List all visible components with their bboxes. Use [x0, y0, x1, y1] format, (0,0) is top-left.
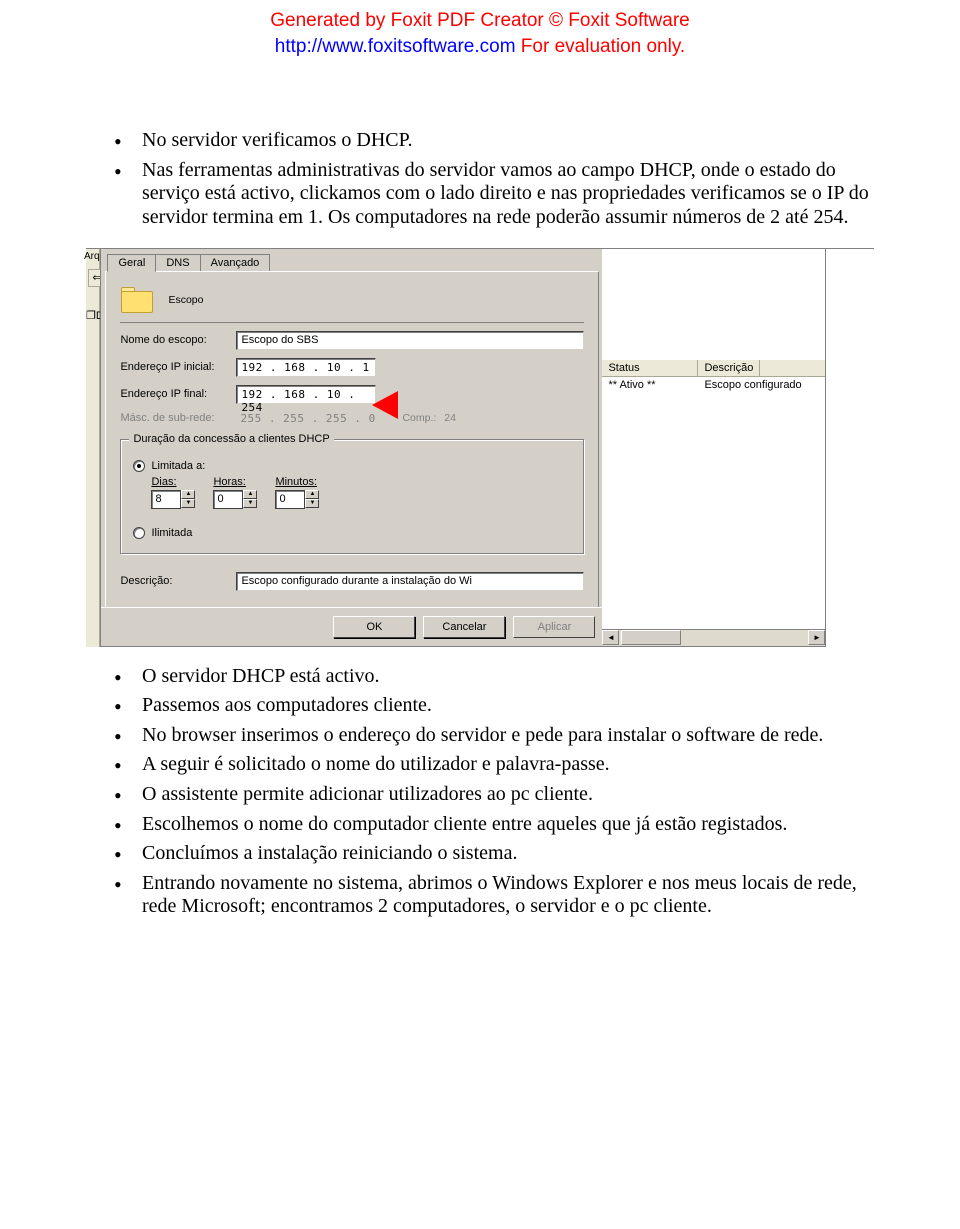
lease-duration-group: Duração da concessão a clientes DHCP Lim… — [120, 439, 584, 554]
ip-end-input[interactable]: 192 . 168 . 10 . 254 — [236, 385, 376, 404]
scroll-left-icon[interactable]: ◄ — [602, 630, 619, 645]
ip-end-label: Endereço IP final: — [120, 388, 236, 400]
folder-icon — [120, 286, 156, 314]
days-up[interactable]: ▲ — [181, 490, 195, 499]
col-desc[interactable]: Descrição — [698, 360, 760, 376]
ip-start-label: Endereço IP inicial: — [120, 361, 236, 373]
bullets-bottom: O servidor DHCP está activo. Passemos ao… — [86, 665, 874, 919]
watermark-link: http://www.foxitsoftware.com — [275, 36, 516, 57]
comp-value: 24 — [444, 412, 456, 424]
bullet-item: No servidor verificamos o DHCP. — [90, 129, 874, 153]
watermark: Generated by Foxit PDF Creator © Foxit S… — [0, 0, 960, 59]
comp-label: Comp.: — [402, 412, 436, 424]
radio-unlimited-label: Ilimitada — [151, 527, 192, 539]
bullet-item: Entrando novamente no sistema, abrimos o… — [90, 872, 874, 919]
cancel-button[interactable]: Cancelar — [423, 616, 505, 638]
bullet-item: O assistente permite adicionar utilizado… — [90, 783, 874, 807]
days-label: Dias: — [151, 476, 195, 488]
minutes-up[interactable]: ▲ — [305, 490, 319, 499]
days-down[interactable]: ▼ — [181, 499, 195, 508]
lease-group-legend: Duração da concessão a clientes DHCP — [129, 433, 333, 445]
mmc-fragment: Arqu ⇐ ❐D — [86, 248, 100, 647]
bullet-item: Escolhemos o nome do computador cliente … — [90, 813, 874, 837]
bullet-item: Concluímos a instalação reiniciando o si… — [90, 842, 874, 866]
col-status[interactable]: Status — [602, 360, 698, 376]
scope-name-label: Nome do escopo: — [120, 334, 236, 346]
tab-geral[interactable]: Geral — [107, 254, 156, 272]
hours-input[interactable]: 0 — [213, 490, 243, 509]
bullet-item: O servidor DHCP está activo. — [90, 665, 874, 689]
red-arrow-annotation — [372, 391, 398, 419]
hours-down[interactable]: ▼ — [243, 499, 257, 508]
bullet-item: A seguir é solicitado o nome do utilizad… — [90, 753, 874, 777]
minutes-label: Minutos: — [275, 476, 319, 488]
radio-unlimited[interactable] — [133, 527, 145, 539]
apply-button[interactable]: Aplicar — [513, 616, 595, 638]
radio-limited[interactable] — [133, 460, 145, 472]
ip-start-input[interactable]: 192 . 168 . 10 . 1 — [236, 358, 376, 377]
hours-up[interactable]: ▲ — [243, 490, 257, 499]
cell-status: ** Ativo ** — [602, 379, 698, 391]
bullet-item: No browser inserimos o endereço do servi… — [90, 724, 874, 748]
ok-button[interactable]: OK — [333, 616, 415, 638]
bullets-top: No servidor verificamos o DHCP. Nas ferr… — [86, 129, 874, 229]
watermark-line1: Generated by Foxit PDF Creator © Foxit S… — [0, 8, 960, 34]
watermark-eval: For evaluation only. — [516, 36, 686, 57]
tab-dns[interactable]: DNS — [155, 254, 200, 272]
scope-name-input[interactable]: Escopo do SBS — [236, 331, 584, 350]
folder-label: Escopo — [168, 294, 203, 306]
days-input[interactable]: 8 — [151, 490, 181, 509]
tab-avancado[interactable]: Avançado — [200, 254, 271, 272]
right-cap — [826, 248, 874, 647]
hours-label: Horas: — [213, 476, 257, 488]
dhcp-scope-properties-dialog: Geral DNS Avançado Escopo Nome do escopo… — [100, 248, 603, 647]
scroll-thumb[interactable] — [621, 630, 681, 645]
radio-limited-label: Limitada a: — [151, 460, 205, 472]
h-scrollbar[interactable]: ◄ ► — [602, 629, 825, 646]
subnet-mask-label: Másc. de sub-rede: — [120, 412, 236, 424]
description-input[interactable]: Escopo configurado durante a instalação … — [236, 572, 584, 591]
list-row[interactable]: ** Ativo ** Escopo configurado — [602, 377, 825, 393]
tab-strip: Geral DNS Avançado — [101, 249, 603, 271]
description-label: Descrição: — [120, 575, 236, 587]
dhcp-list-pane: Status Descrição ** Ativo ** Escopo conf… — [602, 248, 826, 647]
bullet-item: Passemos aos computadores cliente. — [90, 694, 874, 718]
minutes-down[interactable]: ▼ — [305, 499, 319, 508]
list-header: Status Descrição — [602, 359, 825, 377]
minutes-input[interactable]: 0 — [275, 490, 305, 509]
scroll-right-icon[interactable]: ► — [808, 630, 825, 645]
cell-desc: Escopo configurado — [698, 379, 801, 391]
bullet-item: Nas ferramentas administrativas do servi… — [90, 159, 874, 230]
